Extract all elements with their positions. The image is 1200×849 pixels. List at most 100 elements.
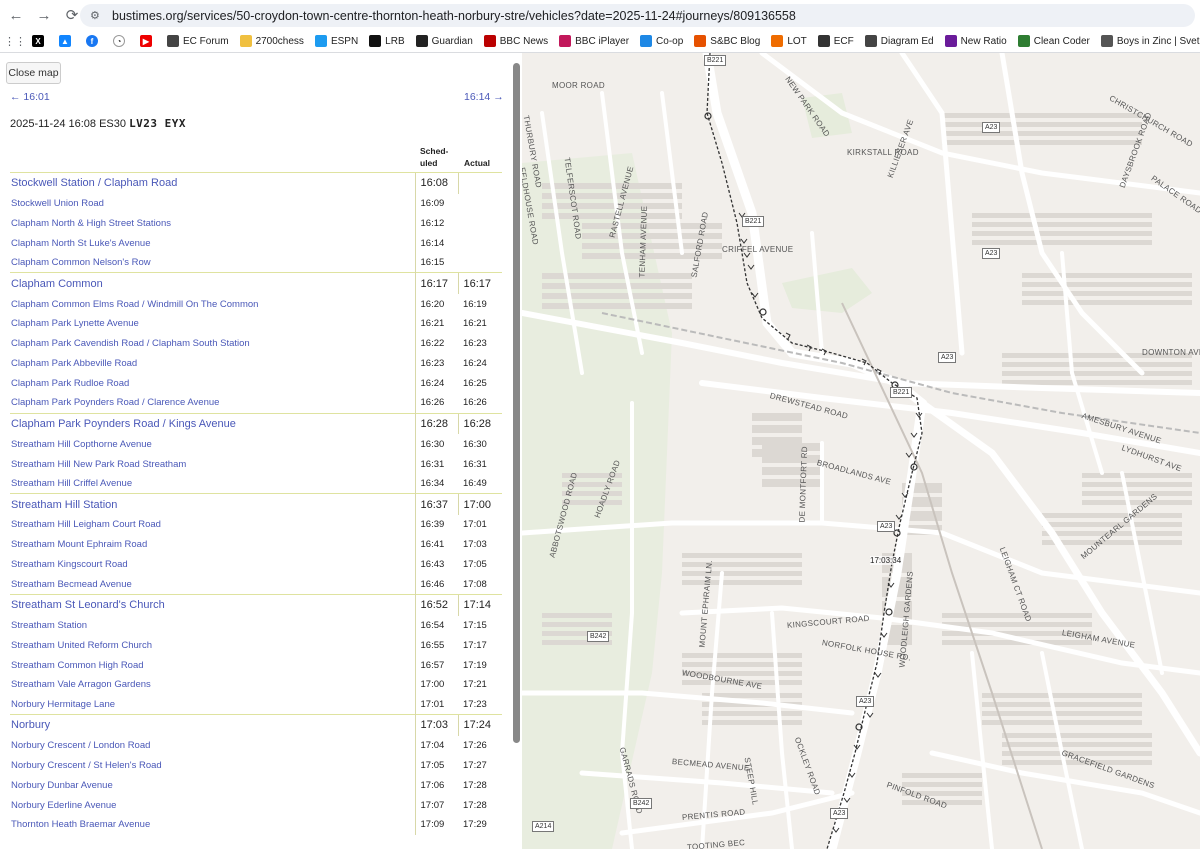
forward-icon[interactable]: →: [32, 3, 56, 27]
stop-name-link[interactable]: Clapham Common Elms Road / Windmill On T…: [10, 294, 415, 314]
stop-name-link[interactable]: Clapham Common Nelson's Row: [10, 253, 415, 273]
bookmark-item[interactable]: LRB: [369, 35, 405, 47]
bookmark-favicon-icon: [944, 35, 957, 47]
stop-name-link[interactable]: Clapham North & High Street Stations: [10, 214, 415, 234]
building-row: [682, 653, 802, 658]
bookmark-item[interactable]: Diagram Ed: [864, 35, 934, 47]
next-journey-link[interactable]: 16:14 →: [464, 91, 504, 103]
scheduled-time: 17:01: [414, 694, 458, 715]
bookmark-item[interactable]: LOT: [771, 35, 807, 47]
stop-name-link[interactable]: Norbury Dunbar Avenue: [10, 775, 415, 795]
bookmark-item[interactable]: Guardian: [415, 35, 473, 47]
stop-name-link[interactable]: Norbury Crescent / St Helen's Road: [10, 756, 415, 776]
stop-name-link[interactable]: Clapham Park Poynders Road / Clarence Av…: [10, 393, 415, 413]
apps-icon[interactable]: ⋮⋮: [4, 30, 26, 52]
actual-time: 16:23: [463, 338, 487, 350]
stop-name-link[interactable]: Streatham Becmead Avenue: [10, 574, 415, 594]
building-row: [942, 122, 1142, 127]
stop-name-link[interactable]: Streatham Hill Leigham Court Road: [10, 515, 415, 535]
stop-name-link[interactable]: Streatham Mount Ephraim Road: [10, 535, 415, 555]
scheduled-header-line: Sched-: [420, 146, 449, 156]
road-shield-a214: A214: [532, 821, 555, 832]
close-map-button[interactable]: Close map: [6, 62, 61, 84]
actual-time: [457, 171, 502, 194]
stop-name-link[interactable]: Clapham Park Cavendish Road / Clapham So…: [10, 334, 415, 354]
bookmark-item[interactable]: ECF: [817, 35, 854, 47]
building-row: [762, 443, 822, 451]
stop-name-link[interactable]: Clapham North St Luke's Avenue: [10, 233, 415, 253]
stop-name-link[interactable]: Clapham Park Poynders Road / Kings Avenu…: [10, 412, 415, 435]
road-shield-a23: A23: [982, 248, 1001, 259]
table-row: Norbury Crescent / St Helen's Road 17:05 1…: [10, 755, 502, 776]
stop-name-link[interactable]: Streatham St Leonard's Church: [10, 593, 415, 616]
bookmark-bluesky[interactable]: ▲: [59, 35, 75, 47]
stop-name-link[interactable]: Clapham Park Lynette Avenue: [10, 314, 415, 334]
table-row: Streatham Hill New Park Road Streatham 16…: [10, 454, 502, 474]
stop-name-link[interactable]: Streatham Hill Station: [10, 493, 415, 516]
scheduled-time: 16:08: [414, 171, 458, 194]
bookmark-favicon-icon: [771, 35, 784, 47]
bookmark-item[interactable]: 2700chess: [239, 35, 304, 47]
stop-name-link[interactable]: Norbury Crescent / London Road: [10, 736, 415, 756]
bookmark-favicon-icon: [559, 35, 572, 47]
stop-name-link[interactable]: Streatham Common High Road: [10, 655, 415, 675]
scheduled-time: 17:07: [414, 795, 458, 815]
building-row: [752, 425, 802, 433]
stop-name-link[interactable]: Streatham Station: [10, 616, 415, 636]
stop-name-link[interactable]: Clapham Park Abbeville Road: [10, 354, 415, 374]
table-row: Norbury Dunbar Avenue 17:06 17:28: [10, 775, 502, 796]
panel-scrollbar[interactable]: [513, 63, 520, 743]
bookmark-item[interactable]: ESPN: [314, 35, 358, 47]
bookmark-facebook[interactable]: f: [86, 35, 102, 47]
back-icon[interactable]: ←: [4, 3, 28, 27]
actual-time: 17:15: [463, 619, 487, 631]
bookmark-youtube[interactable]: ▶: [140, 35, 156, 47]
stop-name-link[interactable]: Clapham Park Rudloe Road: [10, 373, 415, 393]
stop-name-link[interactable]: Stockwell Station / Clapham Road: [10, 171, 415, 194]
bookmark-item[interactable]: Boys in Zinc | Svetla...: [1100, 35, 1200, 47]
bookmark-item[interactable]: S&BC Blog: [694, 35, 760, 47]
bookmark-item[interactable]: EC Forum: [167, 35, 229, 47]
stop-name-link[interactable]: Stockwell Union Road: [10, 194, 415, 214]
stop-name-link[interactable]: Streatham Kingscourt Road: [10, 555, 415, 575]
stop-name-link[interactable]: Streatham Hill Criffel Avenue: [10, 474, 415, 494]
address-bar[interactable]: ⚙ bustimes.org/services/50-croydon-town-…: [80, 4, 1195, 27]
bookmark-item[interactable]: BBC iPlayer: [559, 35, 629, 47]
stop-name-link[interactable]: Streatham Vale Arragon Gardens: [10, 675, 415, 695]
bookmark-item[interactable]: Clean Coder: [1017, 35, 1090, 47]
stop-name-link[interactable]: Streatham Hill Copthorne Avenue: [10, 434, 415, 454]
road-shield-a23: A23: [830, 808, 849, 819]
table-row: Streatham Hill Criffel Avenue 16:34 16:49: [10, 473, 502, 494]
building-row: [982, 693, 1142, 698]
street-label: CRIFFEL AVENUE: [722, 245, 794, 254]
scheduled-time: 17:03: [414, 714, 458, 736]
table-row: Streatham Common High Road 16:57 17:19: [10, 655, 502, 675]
building-row: [1002, 362, 1192, 367]
previous-journey-link[interactable]: ← 16:01: [10, 91, 50, 103]
actual-time: 16:28: [457, 412, 502, 435]
butterfly-icon: ▲: [59, 35, 71, 47]
building-row: [1082, 482, 1192, 487]
route-map[interactable]: MOOR ROAD THURBURY ROAD FELDHOUSE ROAD TELF…: [522, 53, 1200, 849]
table-row: Norbury Ederline Avenue 17:07 17:28: [10, 795, 502, 815]
stop-name-link[interactable]: Norbury Hermitage Lane: [10, 695, 415, 715]
stop-name-link[interactable]: Clapham Common: [10, 272, 415, 295]
bookmark-misc[interactable]: ◔: [113, 35, 129, 47]
bookmark-item[interactable]: BBC News: [483, 35, 548, 47]
stop-name-link[interactable]: Streatham Hill New Park Road Streatham: [10, 454, 415, 474]
actual-time: [458, 253, 502, 273]
scheduled-time: 16:21: [414, 314, 458, 334]
site-info-icon[interactable]: ⚙: [90, 9, 104, 23]
stop-name-link[interactable]: Streatham United Reform Church: [10, 635, 415, 655]
stop-name-link[interactable]: Norbury: [10, 714, 415, 736]
bookmark-item[interactable]: New Ratio: [944, 35, 1007, 47]
stop-name-link[interactable]: Norbury Ederline Avenue: [10, 795, 415, 815]
bookmark-label: ECF: [833, 35, 854, 47]
bookmark-label: LRB: [385, 35, 405, 47]
stop-name-link[interactable]: Thornton Heath Braemar Avenue: [10, 815, 415, 835]
bookmark-x[interactable]: X: [32, 35, 48, 47]
building-row: [972, 213, 1152, 218]
youtube-icon: ▶: [140, 35, 152, 47]
bookmark-label: S&BC Blog: [710, 35, 761, 47]
bookmark-item[interactable]: Co-op: [640, 35, 683, 47]
